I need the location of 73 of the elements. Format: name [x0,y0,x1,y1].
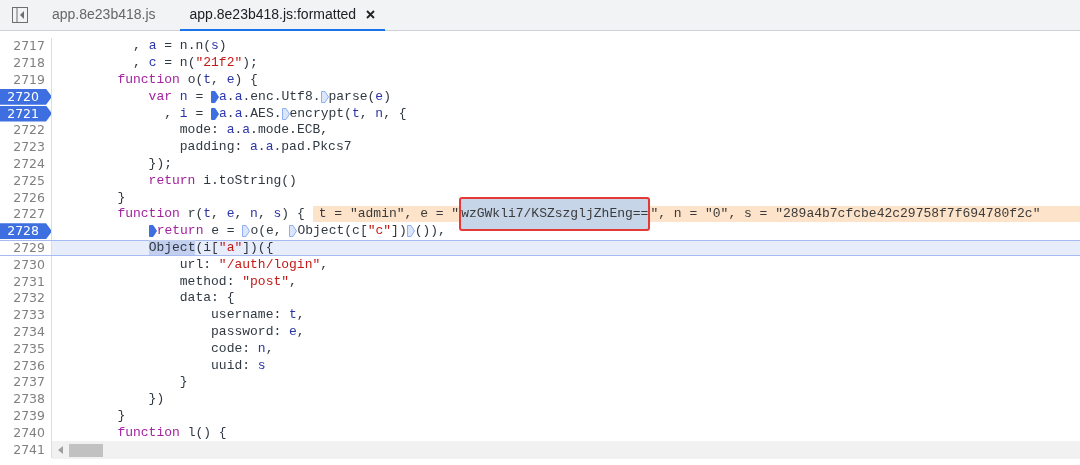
code-text: a.a.enc.Utf8. [219,88,321,105]
code-text: function r(t, e, n, s) { [116,206,305,223]
line-number[interactable]: 2717 [13,38,51,55]
line-number[interactable]: 2725 [13,172,51,189]
line-number[interactable]: 2738 [13,391,51,408]
line-number[interactable]: 2724 [13,155,51,172]
code-text: } [178,374,188,391]
line-number[interactable]: 2734 [13,323,51,340]
code-text: function o(t, e) { [116,72,258,88]
horizontal-scrollbar[interactable] [52,441,1080,459]
code-text: var n = [147,88,205,105]
breakpoint-marker-icon[interactable] [211,107,220,120]
breakpoint-marker-icon[interactable] [281,107,290,120]
code-text: }) [147,391,165,408]
breakpoint-marker-icon[interactable] [148,225,157,238]
line-number[interactable]: 2741 [13,441,51,458]
line-number[interactable]: 2726 [13,189,51,206]
breakpoint-marker-icon[interactable] [289,225,298,238]
sidebar-toggle-icon[interactable] [12,7,28,23]
breakpoint-line-number[interactable]: 2728 [0,223,51,240]
code-text: o(e, [250,223,283,240]
code-text: code: n, [210,340,274,357]
code-text: function l() { [116,424,227,441]
code-text: , a = n.n(s) [132,38,227,55]
code-text: padding: a.a.pad.Pkcs7 [178,139,352,156]
line-number[interactable]: 2719 [13,72,51,88]
breakpoint-marker-icon[interactable] [211,90,220,103]
line-number[interactable]: 2732 [13,290,51,307]
code-text: return i.toString() [147,172,297,189]
scrollbar-thumb[interactable] [69,443,103,457]
file-tab[interactable]: app.8e23b418.js:formatted [179,0,386,31]
code-text: Object(c["c"]) [297,223,407,240]
breakpoint-marker-icon[interactable] [406,225,415,238]
code-text: encrypt(t, n, { [289,105,407,122]
line-number[interactable]: 2739 [13,407,51,424]
line-number[interactable]: 2731 [13,273,51,290]
line-number[interactable]: 2730 [13,256,51,273]
code-text: parse(e) [328,88,391,105]
line-number[interactable]: 2733 [13,307,51,324]
code-text: , c = n("21f2"); [132,55,258,72]
line-number[interactable]: 2723 [13,139,51,156]
code-text: }); [147,155,173,172]
scroll-left-arrow-icon[interactable] [58,446,63,454]
code-text: } [116,189,126,206]
code-text: return e = [156,223,236,240]
code-text: method: "post", [178,273,297,290]
inline-value-text: ", n = "0", s = "289a4b7cfcbe42c29758f7f694780f2c" [650,206,1041,223]
breakpoint-marker-icon[interactable] [242,225,251,238]
code-text: a.a.AES. [219,105,282,122]
breakpoint-marker-icon[interactable] [320,90,329,103]
boxed-inline-value: wzGWkli7/KSZszgljZhEng== [459,197,651,232]
code-text: ()), [414,223,446,240]
code-text: password: e, [210,323,305,340]
line-number[interactable]: 2727 [13,206,51,223]
file-tab[interactable]: app.8e23b418.js [42,0,166,31]
line-number[interactable]: 2718 [13,55,51,72]
line-number[interactable]: 2735 [13,340,51,357]
code-text: Object(i["a"])({ [147,239,274,256]
line-number[interactable]: 2737 [13,374,51,391]
breakpoint-line-number[interactable]: 2720 [0,88,51,105]
code-text: mode: a.a.mode.ECB, [178,122,329,139]
close-icon[interactable] [366,9,376,19]
code-text: data: { [178,290,235,307]
breakpoint-line-number[interactable]: 2721 [0,105,51,122]
code-text: username: t, [210,307,305,324]
code-text: , i = [163,105,205,122]
code-text: url: "/auth/login", [178,256,329,273]
line-number[interactable]: 2722 [13,122,51,139]
line-number[interactable]: 2740 [13,424,51,441]
code-text: } [116,407,126,424]
code-text: uuid: s [210,357,266,374]
line-number[interactable]: 2736 [13,357,51,374]
inline-value-text: t = "admin", e = " [318,206,460,223]
